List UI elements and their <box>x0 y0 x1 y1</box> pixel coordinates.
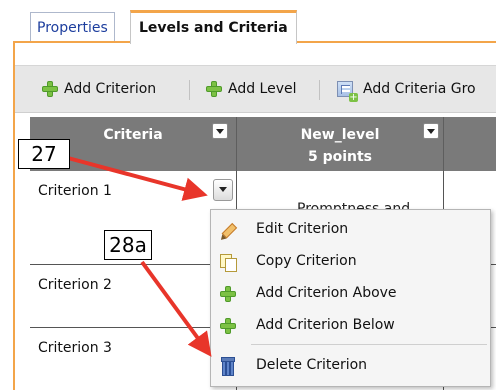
criterion-name: Criterion 2 <box>38 277 112 293</box>
criteria-column-dropdown-icon[interactable] <box>212 123 228 139</box>
header-level-points: 5 points <box>307 149 373 165</box>
header-empty <box>444 117 496 171</box>
toolbar-separator <box>189 80 190 100</box>
menu-item-label: Add Criterion Above <box>256 285 397 301</box>
add-criterion-button[interactable]: Add Criterion <box>41 66 156 112</box>
menu-item-label: Delete Criterion <box>256 357 368 373</box>
add-level-button[interactable]: Add Level <box>205 66 297 112</box>
menu-item-copy-criterion[interactable]: Copy Criterion <box>211 245 490 277</box>
trash-icon <box>219 357 237 376</box>
criterion-cell[interactable]: Criterion 2 <box>30 265 237 327</box>
tab-levels-and-criteria[interactable]: Levels and Criteria <box>130 10 297 44</box>
menu-item-label: Add Criterion Below <box>256 317 395 333</box>
copy-icon <box>219 253 237 272</box>
callout-27: 27 <box>18 139 70 169</box>
criterion-name: Criterion 3 <box>38 340 112 356</box>
menu-item-delete-criterion[interactable]: Delete Criterion <box>211 349 490 381</box>
plus-icon <box>41 80 59 98</box>
criterion-context-menu: Edit Criterion Copy Criterion Add Criter… <box>210 209 491 387</box>
menu-item-add-criterion-below[interactable]: Add Criterion Below <box>211 309 490 341</box>
toolbar: Add Criterion Add Level Add Criteria Gro <box>15 65 496 113</box>
toolbar-separator <box>319 80 320 100</box>
header-level: New_level 5 points <box>237 117 444 171</box>
add-level-label: Add Level <box>228 81 297 97</box>
menu-item-label: Edit Criterion <box>256 221 349 237</box>
add-criteria-group-label: Add Criteria Gro <box>363 81 476 97</box>
menu-item-add-criterion-above[interactable]: Add Criterion Above <box>211 277 490 309</box>
level-column-dropdown-icon[interactable] <box>423 123 439 139</box>
table-header: Criteria New_level 5 points <box>30 117 496 171</box>
plus-icon <box>219 317 237 335</box>
pencil-icon <box>215 217 240 242</box>
plus-icon <box>205 80 223 98</box>
callout-28a: 28a <box>104 230 152 260</box>
tab-properties[interactable]: Properties <box>30 12 115 42</box>
criterion-cell[interactable]: Criterion 3 <box>30 328 237 390</box>
add-criteria-group-button[interactable]: Add Criteria Gro <box>337 66 476 112</box>
criteria-group-icon <box>337 81 358 102</box>
plus-icon <box>219 285 237 303</box>
menu-item-edit-criterion[interactable]: Edit Criterion <box>211 213 490 245</box>
menu-separator <box>251 344 487 345</box>
criterion-dropdown-button[interactable] <box>213 179 233 201</box>
menu-item-label: Copy Criterion <box>256 253 357 269</box>
add-criterion-label: Add Criterion <box>64 81 157 97</box>
header-level-title: New_level <box>300 127 380 143</box>
criterion-name: Criterion 1 <box>38 183 112 199</box>
